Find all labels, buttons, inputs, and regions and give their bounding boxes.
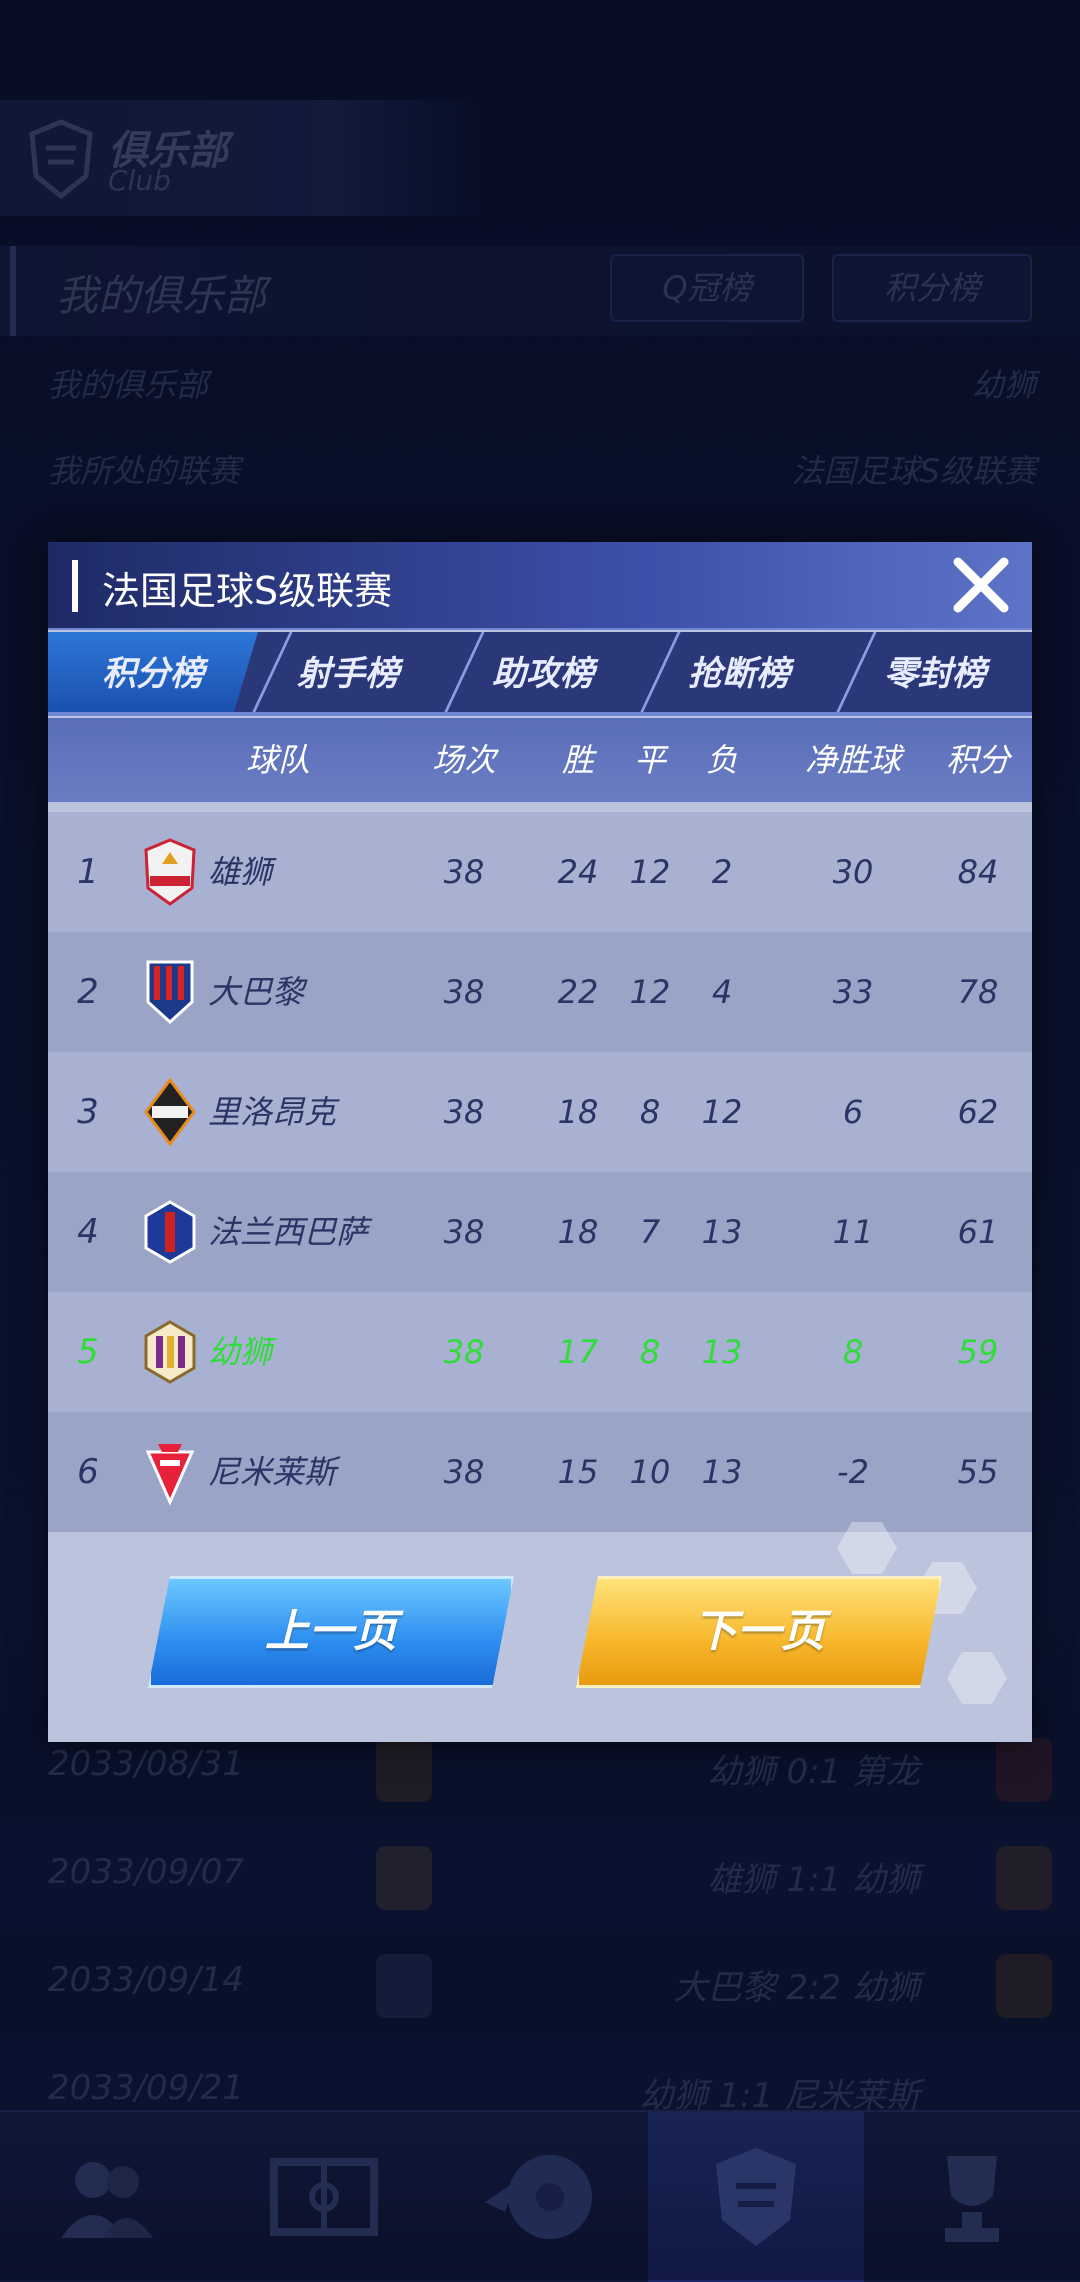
row-played: 38	[443, 1213, 485, 1251]
table-row[interactable]: 1 雄狮 38 24 12 2 30 84	[48, 812, 1032, 932]
standings-header: 球队 场次 胜 平 负 净胜球 积分	[48, 718, 1032, 802]
row-played: 38	[443, 1093, 485, 1131]
row-points: 62	[957, 1093, 999, 1131]
team-badge-icon	[144, 1200, 196, 1264]
header-points: 积分	[945, 741, 1010, 779]
tab-clean-sheets[interactable]: 零封榜	[838, 632, 1032, 716]
row-points: 59	[957, 1333, 999, 1371]
row-goal-diff: 6	[842, 1093, 864, 1131]
row-goal-diff: 11	[832, 1213, 874, 1251]
row-loss: 2	[711, 853, 733, 891]
row-loss: 13	[701, 1213, 743, 1251]
row-played: 38	[443, 973, 485, 1011]
team-badge-icon	[144, 1320, 196, 1384]
row-played: 38	[443, 853, 485, 891]
row-win: 24	[557, 853, 599, 891]
tab-assists[interactable]: 助攻榜	[448, 632, 638, 716]
modal-title: 法国足球S级联赛	[102, 569, 393, 613]
row-team: 雄狮	[208, 853, 273, 891]
row-goal-diff: 33	[832, 973, 874, 1011]
row-team: 大巴黎	[208, 973, 305, 1011]
header-win: 胜	[561, 741, 594, 779]
team-badge-icon	[146, 960, 194, 1025]
header-goal-diff: 净胜球	[804, 741, 901, 779]
tab-points[interactable]: 积分榜	[48, 632, 258, 716]
close-icon[interactable]	[948, 552, 1014, 618]
table-row-my-club[interactable]: 5 幼狮 38 17 8 13 8 59	[48, 1292, 1032, 1412]
league-standings-modal: 法国足球S级联赛 积分榜 射手榜 助攻榜 抢断榜 零封榜 球队 场次 胜 平 负…	[48, 542, 1032, 1742]
row-win: 22	[557, 973, 599, 1011]
row-points: 61	[957, 1213, 999, 1251]
team-badge-icon	[144, 1078, 196, 1146]
row-rank: 3	[77, 1092, 99, 1132]
row-goal-diff: 30	[832, 853, 874, 891]
row-win: 18	[557, 1093, 599, 1131]
row-rank: 6	[77, 1452, 99, 1492]
team-badge-icon	[144, 838, 196, 906]
row-played: 38	[443, 1333, 485, 1371]
row-rank: 2	[77, 972, 99, 1012]
row-played: 38	[443, 1453, 485, 1491]
table-row[interactable]: 3 里洛昂克 38 18 8 12 6 62	[48, 1052, 1032, 1172]
row-team: 法兰西巴萨	[208, 1213, 369, 1251]
row-loss: 13	[701, 1453, 743, 1491]
row-win: 15	[557, 1453, 599, 1491]
tab-scorers[interactable]: 射手榜	[258, 632, 438, 716]
row-win: 17	[557, 1333, 599, 1371]
row-rank: 5	[77, 1332, 99, 1372]
row-draw: 7	[639, 1213, 661, 1251]
row-points: 84	[957, 853, 999, 891]
header-team: 球队	[245, 741, 310, 779]
row-draw: 12	[629, 853, 671, 891]
row-loss: 13	[701, 1333, 743, 1371]
rank-tabs: 积分榜 射手榜 助攻榜 抢断榜 零封榜	[48, 632, 1032, 716]
row-win: 18	[557, 1213, 599, 1251]
header-loss: 负	[705, 741, 738, 779]
row-team: 尼米莱斯	[208, 1453, 337, 1491]
team-badge-icon	[145, 1444, 195, 1506]
row-points: 78	[957, 973, 999, 1011]
row-draw: 12	[629, 973, 671, 1011]
table-row[interactable]: 2 大巴黎 38 22 12 4 33 78	[48, 932, 1032, 1052]
row-draw: 8	[639, 1093, 661, 1131]
next-page-button[interactable]: 下一页	[576, 1576, 942, 1688]
tab-steals[interactable]: 抢断榜	[644, 632, 834, 716]
row-loss: 12	[701, 1093, 743, 1131]
row-rank: 1	[77, 852, 99, 892]
previous-page-button[interactable]: 上一页	[148, 1576, 514, 1688]
row-team: 里洛昂克	[208, 1093, 337, 1131]
row-rank: 4	[77, 1212, 99, 1252]
row-goal-diff: 8	[842, 1333, 864, 1371]
row-loss: 4	[711, 973, 733, 1011]
row-draw: 8	[639, 1333, 661, 1371]
table-row[interactable]: 4 法兰西巴萨 38 18 7 13 11 61	[48, 1172, 1032, 1292]
row-draw: 10	[629, 1453, 671, 1491]
header-played: 场次	[431, 741, 496, 779]
modal-header: 法国足球S级联赛	[48, 542, 1032, 630]
header-draw: 平	[633, 741, 666, 779]
row-team: 幼狮	[208, 1333, 273, 1371]
